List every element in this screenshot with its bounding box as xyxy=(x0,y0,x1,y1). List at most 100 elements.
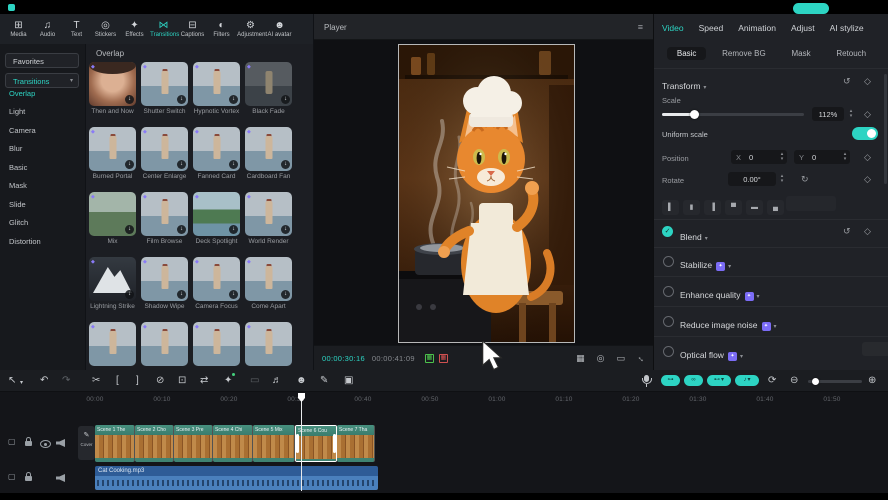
sidebar-item-blur[interactable]: Blur xyxy=(9,143,22,155)
toolbar-item-transitions[interactable]: ⋈Transitions xyxy=(149,20,178,38)
audio-track-thumb-icon[interactable]: ▢ xyxy=(8,472,16,481)
transition-card[interactable]: ◆↓Fanned Card xyxy=(193,127,240,181)
scale-slider-knob[interactable] xyxy=(690,110,699,119)
keyframe-icon[interactable]: ◇ xyxy=(864,109,871,120)
transition-card[interactable]: ◆↓Shutter Switch xyxy=(141,62,188,116)
transition-card[interactable]: ◆ xyxy=(245,322,292,366)
preview-quality-icon[interactable]: ▦ xyxy=(576,353,585,364)
auto-link-toggle[interactable]: ∞ xyxy=(684,375,703,386)
toolbar-item-stickers[interactable]: ◎Stickers xyxy=(91,20,120,38)
render-indicator-icon[interactable]: ▦ xyxy=(439,354,448,363)
scale-stepper[interactable]: ▴▾ xyxy=(847,107,855,121)
transition-card[interactable]: ◆↓Cardboard Fan xyxy=(245,127,292,181)
transform-section-header[interactable]: Transform▾ xyxy=(662,76,706,94)
subtab-remove-bg[interactable]: Remove BG xyxy=(712,47,776,60)
tab-animation[interactable]: Animation xyxy=(738,23,776,33)
blend-section-header[interactable]: Blend▾ xyxy=(680,227,708,245)
align-left-icon[interactable]: ▌ xyxy=(662,200,679,215)
timeline-clip[interactable]: Scene 4 Chi xyxy=(213,425,253,462)
toolbar-item-media[interactable]: ⊞Media xyxy=(4,20,33,38)
select-tool-caret-icon[interactable]: ▾ xyxy=(20,377,23,390)
transition-card[interactable]: ◆↓Mix xyxy=(89,192,136,246)
toolbar-item-effects[interactable]: ✦Effects xyxy=(120,20,149,38)
mask-tool-icon[interactable]: ▭ xyxy=(250,374,259,387)
cover-button[interactable]: ✎ Cover xyxy=(78,426,95,460)
scale-value[interactable]: 112% xyxy=(812,107,844,121)
toolbar-item-filters[interactable]: ◐Filters xyxy=(207,20,236,38)
video-track-lock-icon[interactable] xyxy=(25,441,32,446)
align-bottom-icon[interactable]: ▄ xyxy=(767,200,784,215)
snapshot-icon[interactable]: ◎ xyxy=(597,353,605,364)
reset-icon[interactable]: ↺ xyxy=(843,226,851,237)
keyframe-icon[interactable]: ◇ xyxy=(864,174,871,185)
sidebar-item-slide[interactable]: Slide xyxy=(9,199,26,211)
video-preview[interactable] xyxy=(399,45,574,342)
transition-card[interactable]: ◆↓Burned Portal xyxy=(89,127,136,181)
subtab-retouch[interactable]: Retouch xyxy=(826,47,876,60)
timeline-ruler[interactable]: 00:00 00:10 00:20 00:30 00:40 00:50 01:0… xyxy=(0,392,888,410)
adapt-timeline-icon[interactable]: ⟳ xyxy=(768,374,776,387)
transition-card[interactable]: ◆↓Then and Now xyxy=(89,62,136,116)
transition-card[interactable]: ◆↓World Render xyxy=(245,192,292,246)
audio-track-lock-icon[interactable] xyxy=(25,476,32,481)
toolbar-item-audio[interactable]: ♫Audio xyxy=(33,20,62,38)
redo-icon[interactable]: ↷ xyxy=(62,374,70,387)
enhance-quality-checkbox[interactable] xyxy=(663,286,674,297)
timeline-zoom-knob[interactable] xyxy=(812,378,819,385)
toolbar-item-text[interactable]: TText xyxy=(62,20,91,38)
video-track-thumb-icon[interactable]: ▢ xyxy=(8,437,16,446)
transition-card[interactable]: ◆↓Center Enlarge xyxy=(141,127,188,181)
sidebar-item-glitch[interactable]: Glitch xyxy=(9,217,28,229)
frame-tool-icon[interactable]: ▣ xyxy=(344,374,353,387)
transition-card[interactable]: ◆↓Deck Spotlight xyxy=(193,192,240,246)
position-y-stepper[interactable]: ▴▾ xyxy=(841,150,849,164)
transitions-group-dropdown[interactable]: Transitions▾ xyxy=(5,73,79,88)
position-x-stepper[interactable]: ▴▾ xyxy=(778,150,786,164)
delete-left-icon[interactable]: [ xyxy=(116,374,119,387)
keyframe-icon[interactable]: ◇ xyxy=(864,226,871,237)
sidebar-item-light[interactable]: Light xyxy=(9,106,25,118)
delete-right-icon[interactable]: ] xyxy=(136,374,139,387)
reduce-noise-section[interactable]: Reduce image noise✦▾ xyxy=(680,315,777,333)
audio-clip[interactable]: Cat Cooking.mp3 xyxy=(95,466,378,490)
zoom-out-icon[interactable]: ⊖ xyxy=(790,374,798,387)
rotate-field[interactable]: 0.00° xyxy=(728,172,776,186)
video-track-mute-icon[interactable] xyxy=(56,439,65,447)
align-middle-icon[interactable]: ▬ xyxy=(746,200,763,215)
reduce-noise-checkbox[interactable] xyxy=(663,316,674,327)
ratio-icon[interactable]: ▭ xyxy=(616,353,625,364)
subtab-basic[interactable]: Basic xyxy=(667,47,707,60)
sidebar-item-overlap[interactable]: Overlap xyxy=(9,88,35,100)
timeline-zoom-slider[interactable] xyxy=(808,380,862,383)
avatar-tool-icon[interactable]: ☻ xyxy=(296,374,307,387)
transition-card[interactable]: ◆↓Lightning Strike xyxy=(89,257,136,311)
sidebar-item-basic[interactable]: Basic xyxy=(9,162,27,174)
freeze-frame-icon[interactable]: ⊡ xyxy=(178,374,186,387)
player-menu-icon[interactable]: ≡ xyxy=(638,22,643,32)
keyframe-icon[interactable]: ◇ xyxy=(864,152,871,163)
align-right-icon[interactable]: ▐ xyxy=(704,200,721,215)
transition-card[interactable]: ◆ xyxy=(89,322,136,366)
align-top-icon[interactable]: ▀ xyxy=(725,200,742,215)
sidebar-item-distortion[interactable]: Distortion xyxy=(9,236,41,248)
rotate-icon[interactable]: ↻ xyxy=(801,174,809,185)
subtab-mask[interactable]: Mask xyxy=(781,47,820,60)
split-icon[interactable]: ✂ xyxy=(92,374,100,387)
tab-ai-stylize[interactable]: AI stylize xyxy=(830,23,864,33)
reset-icon[interactable]: ↺ xyxy=(843,76,851,87)
stabilize-section[interactable]: Stabilize✦▾ xyxy=(680,255,731,273)
scale-slider[interactable] xyxy=(662,113,804,116)
reverse-icon[interactable]: ⇄ xyxy=(200,374,208,387)
transition-card[interactable]: ◆ xyxy=(193,322,240,366)
stabilize-checkbox[interactable] xyxy=(663,256,674,267)
enhance-quality-section[interactable]: Enhance quality✦▾ xyxy=(680,285,760,303)
transition-card[interactable]: ◆↓Shadow Wipe xyxy=(141,257,188,311)
proxy-indicator-icon[interactable]: ▦ xyxy=(425,354,434,363)
audio-tool-icon[interactable]: ♬ xyxy=(272,374,282,387)
toolbar-item-ai-avatar[interactable]: ☻AI avatar xyxy=(265,20,294,38)
playhead-line[interactable] xyxy=(301,394,302,491)
zoom-in-icon[interactable]: ⊕ xyxy=(868,374,876,387)
draw-tool-icon[interactable]: ✎ xyxy=(320,374,328,387)
tab-speed[interactable]: Speed xyxy=(699,23,724,33)
favorites-button[interactable]: Favorites xyxy=(5,53,79,68)
